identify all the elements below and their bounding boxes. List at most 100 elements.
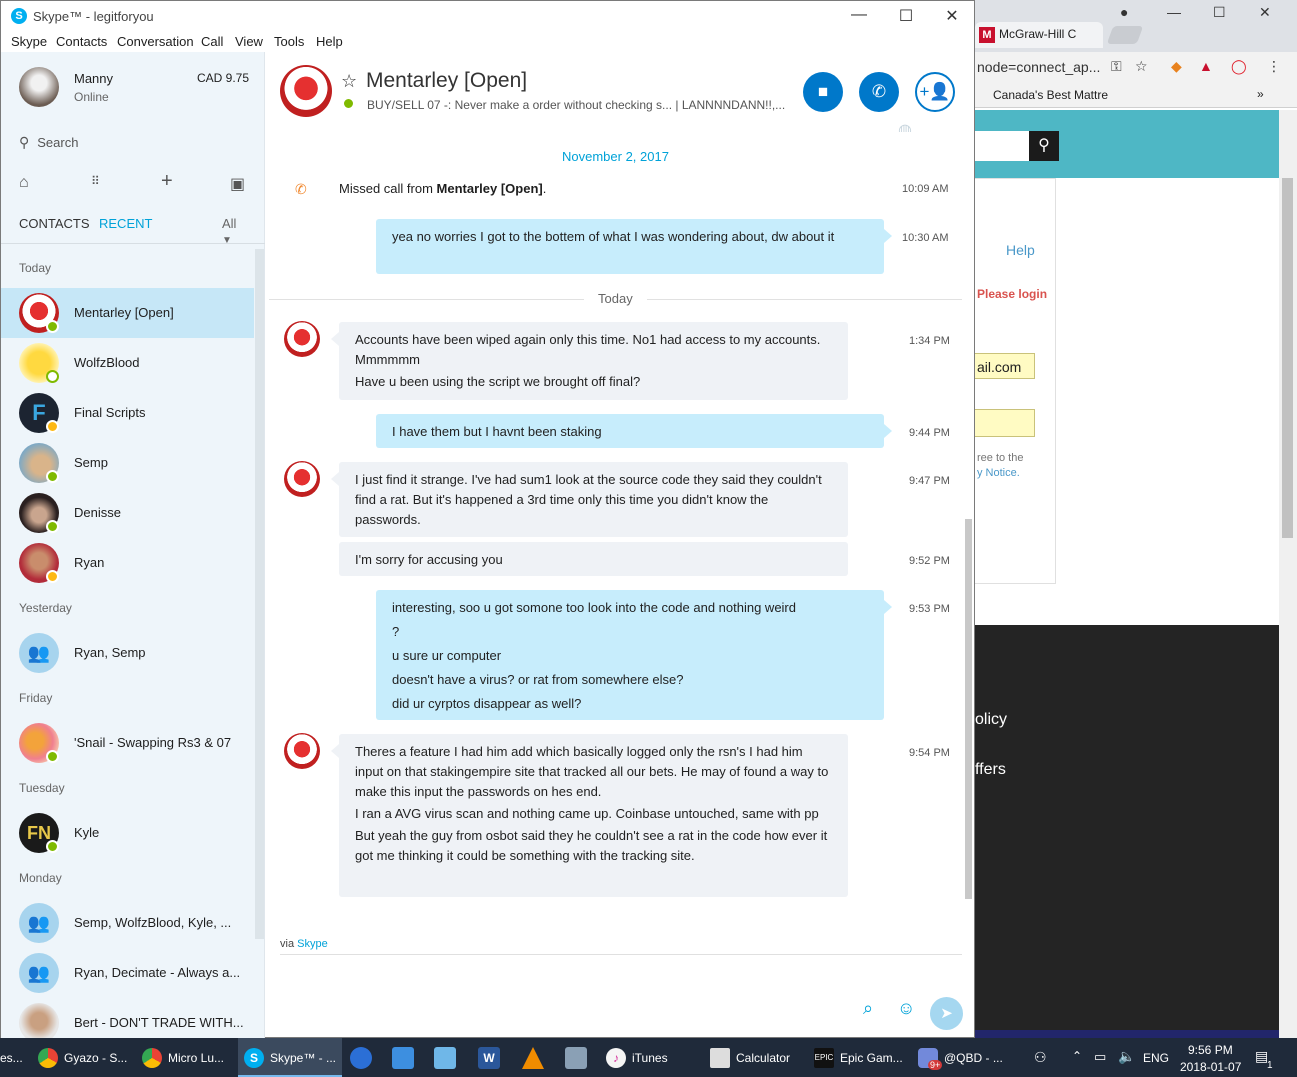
message-bubble-outgoing[interactable]: I have them but I havnt been staking bbox=[376, 414, 892, 448]
skype-credit[interactable]: CAD 9.75 bbox=[197, 71, 249, 85]
my-name[interactable]: Manny bbox=[74, 71, 113, 86]
taskbar-item-micro-lu[interactable]: Micro Lu... bbox=[136, 1038, 236, 1077]
taskbar-app-icon[interactable] bbox=[434, 1047, 456, 1069]
via-skype-link[interactable]: Skype bbox=[297, 938, 328, 950]
pdf-icon[interactable]: ▲ bbox=[1199, 58, 1213, 74]
menu-tools[interactable]: Tools bbox=[274, 34, 304, 49]
new-tab-button[interactable] bbox=[1106, 26, 1144, 44]
star-icon[interactable]: ☆ bbox=[1135, 58, 1148, 75]
contact-row-wolfzblood[interactable]: WolfzBlood bbox=[1, 338, 254, 388]
message-bubble-incoming[interactable]: Theres a feature I had him add which bas… bbox=[331, 734, 848, 897]
audio-call-button[interactable]: ✆ bbox=[859, 72, 899, 112]
email-field[interactable]: ail.com bbox=[975, 353, 1035, 379]
taskbar-item-itunes[interactable]: ♪ iTunes bbox=[600, 1038, 698, 1077]
attach-file-icon[interactable]: ⌕ bbox=[863, 998, 873, 1019]
help-link[interactable]: Help bbox=[1006, 242, 1035, 258]
send-button[interactable]: ➤ bbox=[930, 997, 963, 1030]
maximize-icon[interactable]: ☐ bbox=[1213, 4, 1226, 21]
tab-contacts[interactable]: CONTACTS bbox=[19, 216, 90, 231]
taskbar-item-explorer[interactable]: es... bbox=[0, 1038, 32, 1077]
message-bubble-outgoing[interactable]: yea no worries I got to the bottem of wh… bbox=[376, 219, 892, 274]
taskbar-item-qbd[interactable]: 9+ @QBD - ... bbox=[912, 1038, 1016, 1077]
message-bubble-incoming[interactable]: Accounts have been wiped again only this… bbox=[331, 322, 848, 400]
contact-row-snail[interactable]: 'Snail - Swapping Rs3 & 07 bbox=[1, 718, 254, 768]
my-avatar[interactable] bbox=[19, 67, 59, 107]
message-bubble-outgoing[interactable]: interesting, soo u got somone too look i… bbox=[376, 590, 892, 720]
bot-icon[interactable]: ▣ bbox=[230, 174, 245, 194]
conversation-title[interactable]: Mentarley [Open] bbox=[366, 69, 527, 93]
conversation-avatar[interactable] bbox=[280, 65, 332, 117]
dialpad-icon[interactable]: ⠿ bbox=[91, 174, 100, 188]
tab-recent[interactable]: RECENT bbox=[99, 216, 152, 231]
browser-scroll-thumb[interactable] bbox=[1282, 178, 1293, 538]
profile-icon[interactable]: ● bbox=[1120, 4, 1128, 20]
contacts-scrollbar[interactable] bbox=[255, 249, 264, 939]
taskbar-app-icon[interactable] bbox=[392, 1047, 414, 1069]
network-icon[interactable]: ▭ bbox=[1094, 1049, 1106, 1065]
password-field[interactable] bbox=[975, 409, 1035, 437]
vlc-icon[interactable] bbox=[522, 1047, 544, 1069]
taskbar-item-calculator[interactable]: Calculator bbox=[704, 1038, 802, 1077]
minimize-icon[interactable]: — bbox=[849, 6, 869, 24]
word-icon[interactable]: W bbox=[478, 1047, 500, 1069]
taskbar-app-icon[interactable] bbox=[565, 1047, 587, 1069]
menu-contacts[interactable]: Contacts bbox=[56, 34, 107, 49]
filter-dropdown[interactable]: All ▼ bbox=[222, 216, 236, 246]
chat-scrollbar[interactable] bbox=[965, 519, 972, 899]
menu-call[interactable]: Call bbox=[201, 34, 223, 49]
clock-date[interactable]: 2018-01-07 bbox=[1180, 1060, 1241, 1074]
footer-link-offers[interactable]: ffers bbox=[975, 761, 1006, 779]
sender-avatar[interactable] bbox=[284, 733, 320, 769]
emoticon-icon[interactable]: ☺ bbox=[897, 998, 915, 1019]
message-input[interactable] bbox=[280, 961, 840, 1031]
privacy-notice-link[interactable]: y Notice. bbox=[977, 466, 1023, 481]
favorite-star-icon[interactable]: ☆ bbox=[341, 71, 357, 92]
contact-row-denisse[interactable]: Denisse bbox=[1, 488, 254, 538]
add-people-button[interactable]: +👤 bbox=[915, 72, 955, 112]
page-search-icon[interactable]: ⚲ bbox=[1029, 131, 1059, 161]
video-call-button[interactable]: ■ bbox=[803, 72, 843, 112]
contact-row-kyle[interactable]: FN Kyle bbox=[1, 808, 254, 858]
menu-icon[interactable]: ⋮ bbox=[1267, 58, 1281, 75]
contact-row-group-semp-wolfzblood[interactable]: 👥 Semp, WolfzBlood, Kyle, ... bbox=[1, 898, 254, 948]
contact-row-bert[interactable]: Bert - DON'T TRADE WITH... bbox=[1, 998, 254, 1038]
tray-chevron-up-icon[interactable]: ⌃ bbox=[1072, 1049, 1082, 1063]
volume-icon[interactable]: 🔈 bbox=[1118, 1048, 1135, 1065]
minimize-icon[interactable]: — bbox=[1167, 4, 1181, 20]
opera-icon[interactable]: ◯ bbox=[1231, 58, 1247, 75]
browser-tab[interactable]: M McGraw-Hill C bbox=[975, 22, 1103, 48]
menu-skype[interactable]: Skype bbox=[11, 34, 47, 49]
key-icon[interactable]: ⚿ bbox=[1111, 58, 1122, 75]
sender-avatar[interactable] bbox=[284, 461, 320, 497]
people-icon[interactable]: ⚇ bbox=[1034, 1049, 1047, 1066]
address-bar[interactable]: node=connect_ap... ⚿ ☆ ◆ ▲ ◯ ⋮ bbox=[975, 52, 1297, 82]
menu-help[interactable]: Help bbox=[316, 34, 343, 49]
maximize-icon[interactable]: ☐ bbox=[896, 6, 916, 26]
bookmark-item[interactable]: Canada's Best Mattre bbox=[993, 88, 1108, 102]
message-bubble-incoming[interactable]: I'm sorry for accusing you bbox=[339, 542, 848, 576]
home-icon[interactable]: ⌂ bbox=[19, 174, 29, 192]
close-icon[interactable]: ✕ bbox=[942, 6, 962, 26]
my-status[interactable]: Online bbox=[74, 90, 109, 104]
contact-row-ryan-semp[interactable]: 👥 Ryan, Semp bbox=[1, 628, 254, 678]
contact-row-group-ryan-decimate[interactable]: 👥 Ryan, Decimate - Always a... bbox=[1, 948, 254, 998]
metamask-icon[interactable]: ◆ bbox=[1171, 58, 1182, 75]
taskbar-app-icon[interactable] bbox=[350, 1047, 372, 1069]
language-indicator[interactable]: ENG bbox=[1143, 1051, 1169, 1065]
taskbar-item-gyazo[interactable]: Gyazo - S... bbox=[32, 1038, 134, 1077]
taskbar-item-skype[interactable]: S Skype™ - ... bbox=[238, 1038, 342, 1077]
menu-view[interactable]: View bbox=[235, 34, 263, 49]
add-icon[interactable]: + bbox=[161, 170, 173, 193]
contact-row-ryan[interactable]: Ryan bbox=[1, 538, 254, 588]
search-input[interactable]: ⚲ Search bbox=[19, 134, 78, 151]
footer-link-policy[interactable]: olicy bbox=[975, 711, 1007, 729]
taskbar-item-epic-games[interactable]: EPIC Epic Gam... bbox=[808, 1038, 908, 1077]
contact-row-final-scripts[interactable]: F Final Scripts bbox=[1, 388, 254, 438]
contact-row-semp[interactable]: Semp bbox=[1, 438, 254, 488]
page-search-input[interactable] bbox=[975, 131, 1029, 161]
contact-row-mentarley[interactable]: Mentarley [Open] bbox=[1, 288, 254, 338]
bookmarks-more-icon[interactable]: » bbox=[1257, 87, 1264, 101]
clock-time[interactable]: 9:56 PM bbox=[1188, 1043, 1233, 1057]
sender-avatar[interactable] bbox=[284, 321, 320, 357]
message-bubble-incoming[interactable]: I just find it strange. I've had sum1 lo… bbox=[331, 462, 848, 537]
